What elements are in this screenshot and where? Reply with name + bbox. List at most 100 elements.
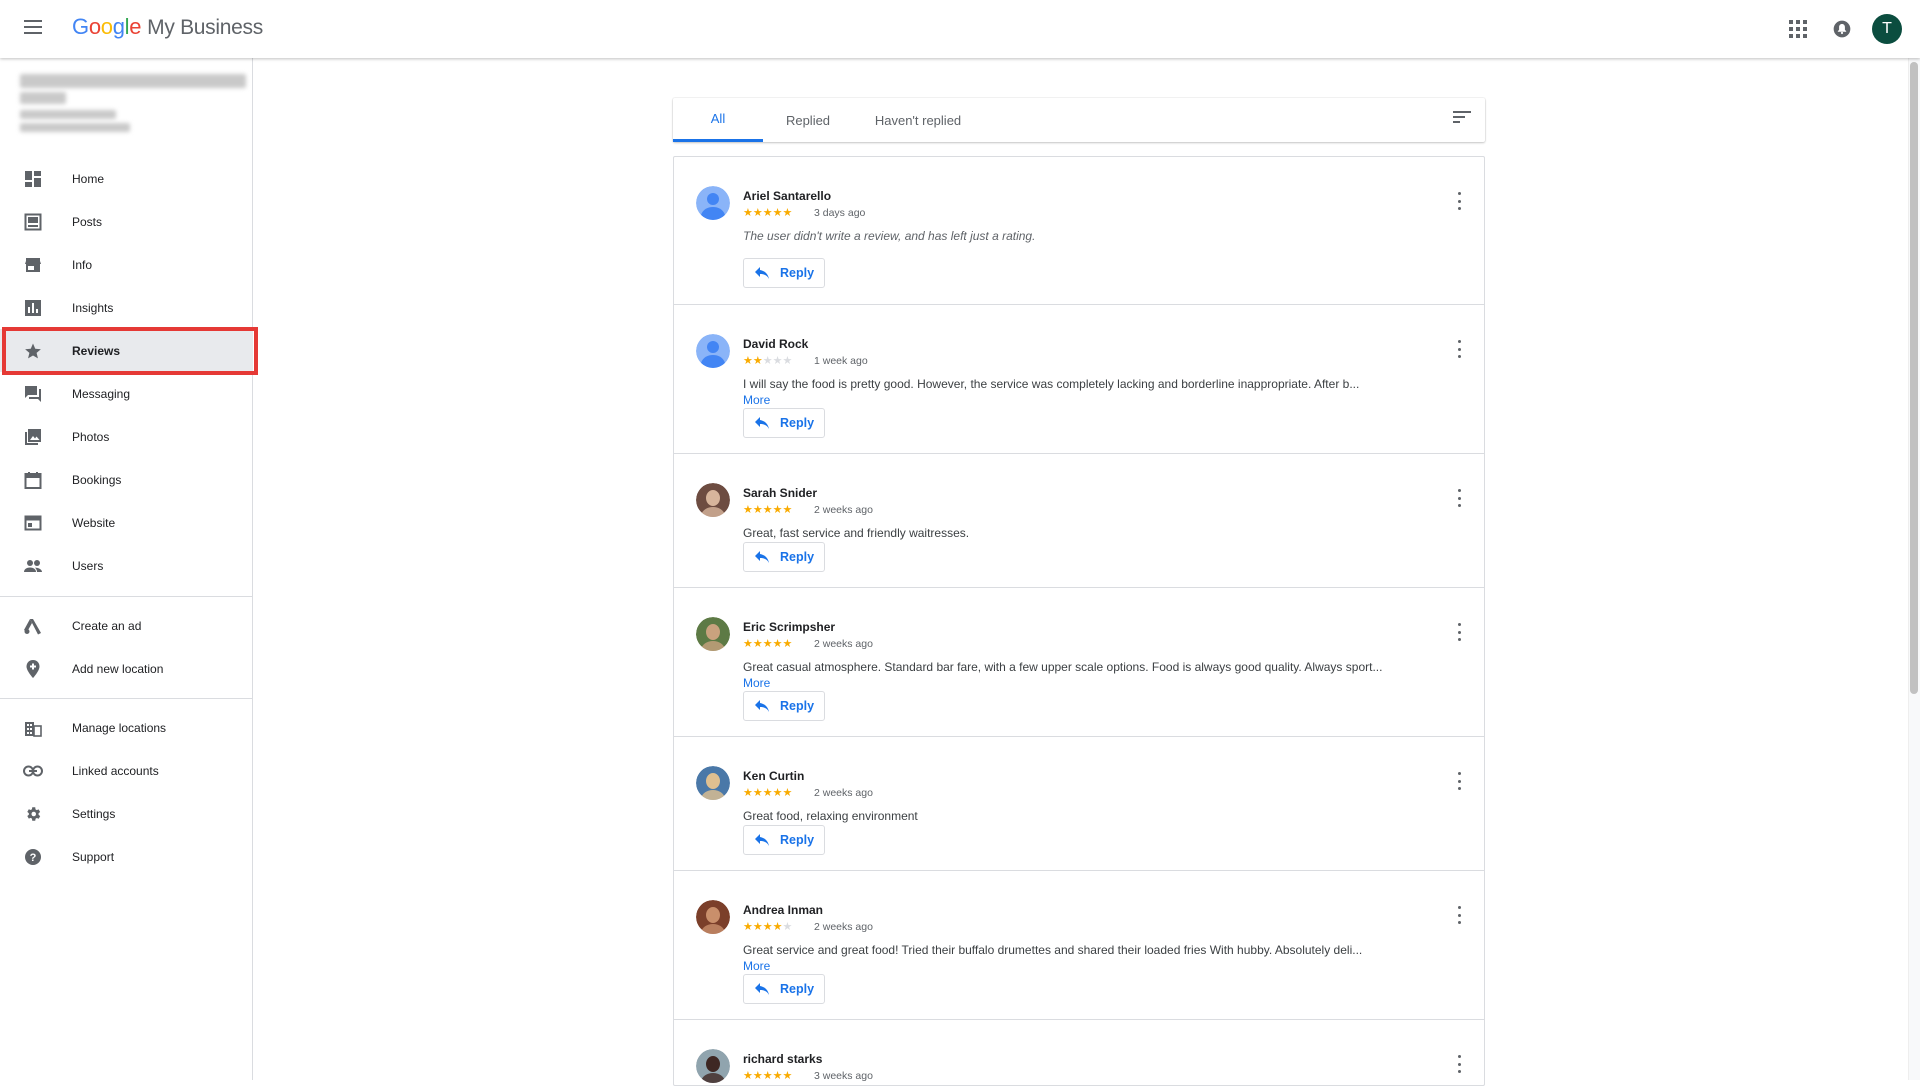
star-icon: ★ bbox=[752, 1070, 763, 1082]
tab-label: Haven't replied bbox=[874, 112, 962, 128]
reply-button[interactable]: Reply bbox=[743, 974, 825, 1004]
reviewer-avatar[interactable] bbox=[696, 334, 730, 368]
more-link[interactable]: More bbox=[743, 959, 770, 973]
tab-havent-replied[interactable]: Haven't replied bbox=[853, 98, 983, 142]
star-icon: ★ bbox=[752, 787, 763, 799]
review-item: Ken Curtin ★★★★★ 2 weeks ago Great food, re… bbox=[674, 737, 1484, 871]
reviewer-avatar[interactable] bbox=[696, 900, 730, 934]
review-timestamp: 1 week ago bbox=[814, 355, 868, 367]
sidebar-item-create-ad[interactable]: Create an ad bbox=[0, 604, 253, 647]
reviewer-name[interactable]: Ken Curtin bbox=[743, 769, 804, 783]
gear-icon bbox=[22, 803, 44, 825]
star-rating: ★★★★★ bbox=[743, 1069, 792, 1082]
account-avatar[interactable]: T bbox=[1872, 14, 1902, 44]
review-timestamp: 3 days ago bbox=[814, 207, 866, 219]
sidebar-item-home[interactable]: Home bbox=[0, 157, 253, 200]
sidebar-nav-secondary: Create an ad Add new location bbox=[0, 604, 253, 690]
review-text: I will say the food is pretty good. Howe… bbox=[743, 376, 1383, 408]
sort-filter-icon[interactable] bbox=[1453, 111, 1471, 129]
star-icon: ★ bbox=[772, 504, 783, 516]
review-item: Ariel Santarello ★★★★★ 3 days ago The user … bbox=[674, 157, 1484, 305]
more-link[interactable]: More bbox=[743, 676, 770, 690]
reply-button[interactable]: Reply bbox=[743, 408, 825, 438]
sidebar-item-manage-locations[interactable]: Manage locations bbox=[0, 706, 253, 749]
sidebar-item-reviews[interactable]: Reviews bbox=[0, 329, 253, 372]
notifications-bell-icon[interactable] bbox=[1828, 15, 1856, 43]
reviewer-name[interactable]: richard starks bbox=[743, 1052, 822, 1066]
more-options-icon[interactable] bbox=[1456, 1055, 1462, 1073]
more-options-icon[interactable] bbox=[1456, 772, 1462, 790]
scrollbar-thumb[interactable] bbox=[1910, 62, 1918, 694]
star-rating: ★★★★★ bbox=[743, 920, 792, 933]
logo-letter: e bbox=[129, 14, 142, 39]
sidebar-item-posts[interactable]: Posts bbox=[0, 200, 253, 243]
users-icon bbox=[22, 555, 44, 577]
reply-button[interactable]: Reply bbox=[743, 691, 825, 721]
reply-arrow-icon bbox=[754, 416, 770, 430]
sidebar-item-label: Settings bbox=[72, 806, 116, 821]
sidebar-item-settings[interactable]: Settings bbox=[0, 792, 253, 835]
sidebar-divider bbox=[0, 698, 253, 699]
google-my-business-logo[interactable]: Google My Business bbox=[72, 14, 263, 40]
sidebar-item-label: Home bbox=[72, 171, 105, 186]
star-icon: ★ bbox=[772, 787, 783, 799]
reply-label: Reply bbox=[780, 833, 815, 847]
star-icon: ★ bbox=[782, 1070, 793, 1082]
star-rating: ★★★★★ bbox=[743, 503, 792, 516]
reply-arrow-icon bbox=[754, 266, 770, 280]
storefront-icon bbox=[22, 254, 44, 276]
more-options-icon[interactable] bbox=[1456, 192, 1462, 210]
reviewer-name[interactable]: Ariel Santarello bbox=[743, 189, 831, 203]
more-link[interactable]: More bbox=[743, 393, 770, 407]
star-icon: ★ bbox=[743, 787, 753, 799]
sidebar-item-linked-accounts[interactable]: Linked accounts bbox=[0, 749, 253, 792]
posts-icon bbox=[22, 211, 44, 233]
sidebar-item-photos[interactable]: Photos bbox=[0, 415, 253, 458]
star-rating: ★★★★★ bbox=[743, 206, 792, 219]
tab-all[interactable]: All bbox=[673, 98, 763, 142]
star-icon: ★ bbox=[782, 921, 793, 933]
more-options-icon[interactable] bbox=[1456, 340, 1462, 358]
sidebar-item-bookings[interactable]: Bookings bbox=[0, 458, 253, 501]
reply-button[interactable]: Reply bbox=[743, 258, 825, 288]
reviewer-name[interactable]: David Rock bbox=[743, 337, 808, 351]
more-options-icon[interactable] bbox=[1456, 489, 1462, 507]
sidebar-item-messaging[interactable]: Messaging bbox=[0, 372, 253, 415]
review-body: Great service and great food! Tried thei… bbox=[743, 943, 1363, 957]
review-item: Sarah Snider ★★★★★ 2 weeks ago Great, fast … bbox=[674, 454, 1484, 588]
sidebar-item-users[interactable]: Users bbox=[0, 544, 253, 587]
sidebar-item-website[interactable]: Website bbox=[0, 501, 253, 544]
reply-arrow-icon bbox=[754, 699, 770, 713]
reviewer-avatar[interactable] bbox=[696, 483, 730, 517]
reply-button[interactable]: Reply bbox=[743, 825, 825, 855]
logo-letter: o bbox=[100, 14, 113, 39]
more-options-icon[interactable] bbox=[1456, 906, 1462, 924]
star-icon bbox=[22, 340, 44, 362]
star-icon: ★ bbox=[762, 355, 773, 367]
google-apps-icon[interactable] bbox=[1784, 15, 1812, 43]
reviewer-avatar[interactable] bbox=[696, 766, 730, 800]
reply-button[interactable]: Reply bbox=[743, 542, 825, 572]
buildings-icon bbox=[22, 717, 44, 739]
reviewer-name[interactable]: Andrea Inman bbox=[743, 903, 823, 917]
sidebar-item-label: Posts bbox=[72, 214, 103, 229]
reviewer-avatar[interactable] bbox=[696, 186, 730, 220]
sidebar-item-label: Manage locations bbox=[72, 720, 167, 735]
reviewer-name[interactable]: Sarah Snider bbox=[743, 486, 817, 500]
hamburger-menu-icon[interactable] bbox=[24, 20, 42, 34]
star-icon: ★ bbox=[743, 638, 753, 650]
review-filter-tabs: All Replied Haven't replied bbox=[673, 98, 1485, 142]
star-icon: ★ bbox=[772, 921, 783, 933]
sidebar-item-label: Photos bbox=[72, 429, 110, 444]
sidebar-item-support[interactable]: ? Support bbox=[0, 835, 253, 878]
reply-label: Reply bbox=[780, 982, 815, 996]
tab-replied[interactable]: Replied bbox=[763, 98, 853, 142]
more-options-icon[interactable] bbox=[1456, 623, 1462, 641]
reviewer-avatar[interactable] bbox=[696, 1049, 730, 1083]
sidebar-item-add-location[interactable]: Add new location bbox=[0, 647, 253, 690]
sidebar-item-info[interactable]: Info bbox=[0, 243, 253, 286]
sidebar-item-insights[interactable]: Insights bbox=[0, 286, 253, 329]
reviewer-name[interactable]: Eric Scrimpsher bbox=[743, 620, 835, 634]
svg-text:?: ? bbox=[30, 852, 37, 864]
reviewer-avatar[interactable] bbox=[696, 617, 730, 651]
